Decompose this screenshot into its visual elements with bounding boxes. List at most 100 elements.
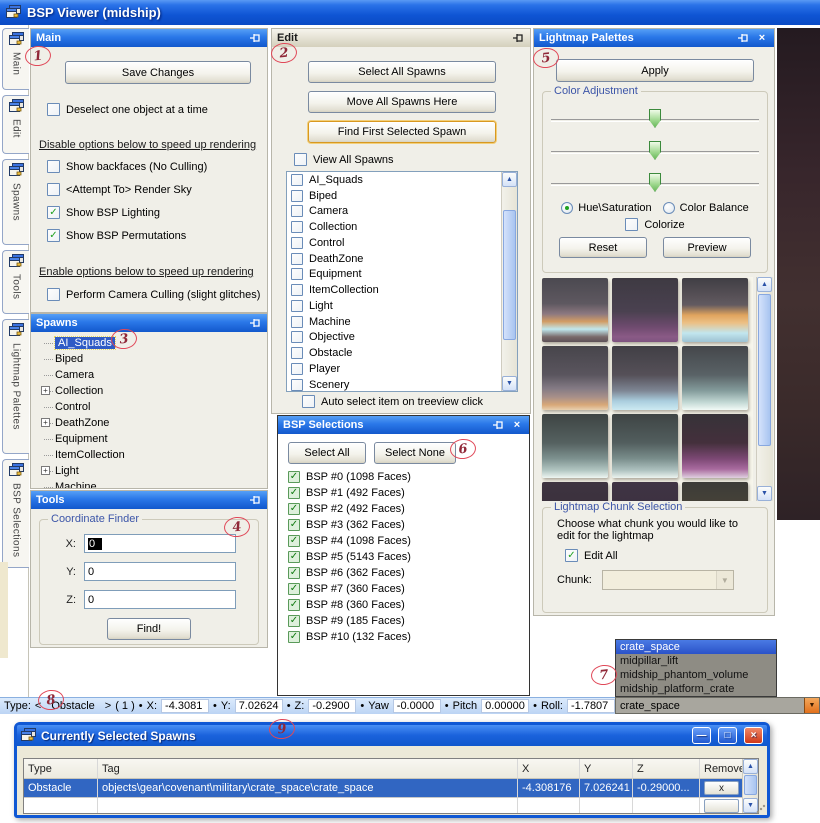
tree-item-collection[interactable]: +Collection	[41, 383, 267, 399]
dropdown-item-crate-space[interactable]: crate_space	[616, 640, 776, 654]
tree-item-itemcollection[interactable]: ItemCollection	[41, 447, 267, 463]
unchecked-checkbox-icon[interactable]	[294, 153, 307, 166]
select-all-button[interactable]: Select All	[288, 442, 366, 464]
maximize-button[interactable]: □	[718, 727, 737, 744]
dropdown-item-midpillar-lift[interactable]: midpillar_lift	[616, 654, 776, 668]
list-item-objective[interactable]: Objective	[287, 330, 501, 346]
bsp-item-bsp-5-5143-faces[interactable]: ✓BSP #5 (5143 Faces)	[284, 549, 525, 565]
list-item-scenery[interactable]: Scenery	[287, 377, 501, 392]
unchecked-checkbox-icon[interactable]	[291, 284, 303, 296]
bsp-item-bsp-0-1098-faces[interactable]: ✓BSP #0 (1098 Faces)	[284, 469, 525, 485]
status-value-z[interactable]: -0.2900	[308, 699, 356, 713]
list-item-camera[interactable]: Camera	[287, 204, 501, 220]
tree-item-equipment[interactable]: Equipment	[41, 431, 267, 447]
checked-checkbox-icon[interactable]: ✓	[288, 503, 300, 515]
scroll-down-arrow[interactable]: ▼	[757, 486, 772, 501]
close-icon[interactable]: ×	[755, 31, 769, 45]
tree-item-control[interactable]: Control	[41, 399, 267, 415]
bsp-item-bsp-9-185-faces[interactable]: ✓BSP #9 (185 Faces)	[284, 613, 525, 629]
palette-swatch-8[interactable]	[612, 414, 678, 478]
unchecked-checkbox-icon[interactable]	[47, 183, 60, 196]
pin-icon[interactable]	[248, 31, 262, 45]
unchecked-checkbox-icon[interactable]	[291, 253, 303, 265]
list-item-player[interactable]: Player	[287, 361, 501, 377]
unchecked-checkbox-icon[interactable]	[291, 379, 303, 391]
unchecked-checkbox-icon[interactable]	[291, 300, 303, 312]
status-value-y[interactable]: 7.02624	[235, 699, 283, 713]
list-item-control[interactable]: Control	[287, 235, 501, 251]
spawns-panel-header[interactable]: Spawns	[31, 314, 267, 332]
list-item-itemcollection[interactable]: ItemCollection	[287, 282, 501, 298]
bsp-item-bsp-3-362-faces[interactable]: ✓BSP #3 (362 Faces)	[284, 517, 525, 533]
status-value-pitch[interactable]: 0.00000	[481, 699, 529, 713]
status-value-x[interactable]: -4.3081	[161, 699, 209, 713]
color-balance-radio[interactable]	[663, 202, 675, 214]
checkbox-auto-select-item-on-treeview-click[interactable]: Auto select item on treeview click	[302, 395, 483, 408]
checked-checkbox-icon[interactable]: ✓	[47, 206, 60, 219]
spawns-treeview[interactable]: AI_SquadsBipedCamera+CollectionControl+D…	[31, 332, 267, 488]
palette-swatch-11[interactable]	[612, 482, 678, 501]
checkbox-colorize[interactable]: Colorize	[625, 218, 684, 231]
listbox-scrollbar[interactable]: ▲ ▼	[501, 172, 517, 391]
unchecked-checkbox-icon[interactable]	[291, 174, 303, 186]
slider-thumb[interactable]	[649, 173, 661, 192]
coordinate-input-y[interactable]: 0	[84, 562, 236, 581]
close-icon[interactable]: ×	[510, 418, 524, 432]
column-header-x[interactable]: X	[518, 759, 580, 779]
pin-icon[interactable]	[491, 418, 505, 432]
scroll-down-arrow[interactable]: ▼	[502, 376, 517, 391]
tree-item-deathzone[interactable]: +DeathZone	[41, 415, 267, 431]
list-item-deathzone[interactable]: DeathZone	[287, 251, 501, 267]
minimize-button[interactable]: —	[692, 727, 711, 744]
edit-panel-header[interactable]: Edit	[272, 29, 530, 47]
preview-button[interactable]: Preview	[663, 237, 751, 258]
sidebar-tab-tools[interactable]: Tools	[2, 250, 29, 314]
palette-swatch-5[interactable]	[612, 346, 678, 410]
checked-checkbox-icon[interactable]: ✓	[565, 549, 578, 562]
bsp-item-bsp-10-132-faces[interactable]: ✓BSP #10 (132 Faces)	[284, 629, 525, 645]
checked-checkbox-icon[interactable]: ✓	[288, 471, 300, 483]
css-window-titlebar[interactable]: Currently Selected Spawns — □ ×	[17, 725, 767, 746]
expand-plus-icon[interactable]: +	[41, 386, 50, 395]
adjustment-slider-1[interactable]	[547, 104, 763, 136]
scroll-thumb[interactable]	[758, 294, 771, 446]
unchecked-checkbox-icon[interactable]	[291, 347, 303, 359]
checked-checkbox-icon[interactable]: ✓	[47, 229, 60, 242]
checkbox-show-bsp-lighting[interactable]: ✓Show BSP Lighting	[47, 206, 207, 219]
next-type-button[interactable]: >	[105, 700, 111, 712]
adjustment-slider-2[interactable]	[547, 136, 763, 168]
scroll-thumb[interactable]	[503, 210, 516, 340]
checkbox-deselect-one-object-at-a-time[interactable]: Deselect one object at a time	[47, 103, 208, 116]
save-changes-button[interactable]: Save Changes	[65, 61, 251, 84]
pin-icon[interactable]	[248, 316, 262, 330]
unchecked-checkbox-icon[interactable]	[291, 363, 303, 375]
hue-saturation-radio[interactable]	[561, 202, 573, 214]
checked-checkbox-icon[interactable]: ✓	[288, 615, 300, 627]
tree-item-ai-squads[interactable]: AI_Squads	[41, 335, 267, 351]
unchecked-checkbox-icon[interactable]	[291, 237, 303, 249]
checked-checkbox-icon[interactable]: ✓	[288, 535, 300, 547]
list-item-obstacle[interactable]: Obstacle	[287, 345, 501, 361]
status-value-yaw[interactable]: -0.0000	[393, 699, 441, 713]
checkbox-show-backfaces-no-culling[interactable]: Show backfaces (No Culling)	[47, 160, 207, 173]
spawn-tag-combobox[interactable]: crate_space ▼	[615, 697, 820, 714]
checked-checkbox-icon[interactable]: ✓	[288, 583, 300, 595]
bsp-panel-header[interactable]: BSP Selections ×	[278, 416, 529, 434]
bsp-item-bsp-2-492-faces[interactable]: ✓BSP #2 (492 Faces)	[284, 501, 525, 517]
bsp-item-bsp-7-360-faces[interactable]: ✓BSP #7 (360 Faces)	[284, 581, 525, 597]
palette-swatch-6[interactable]	[682, 346, 748, 410]
list-item-light[interactable]: Light	[287, 298, 501, 314]
checked-checkbox-icon[interactable]: ✓	[288, 567, 300, 579]
unchecked-checkbox-icon[interactable]	[47, 103, 60, 116]
pin-icon[interactable]	[736, 31, 750, 45]
remove-row-button[interactable]: x	[704, 781, 739, 795]
checked-checkbox-icon[interactable]: ✓	[288, 631, 300, 643]
column-header-remove[interactable]: Remove	[700, 759, 744, 779]
palette-swatch-9[interactable]	[682, 414, 748, 478]
palette-swatch-7[interactable]	[542, 414, 608, 478]
scroll-thumb[interactable]	[744, 775, 757, 795]
sidebar-tab-edit[interactable]: Edit	[2, 95, 29, 154]
tools-panel-header[interactable]: Tools	[31, 491, 267, 509]
unchecked-checkbox-icon[interactable]	[291, 205, 303, 217]
chevron-down-icon[interactable]: ▼	[804, 698, 819, 713]
